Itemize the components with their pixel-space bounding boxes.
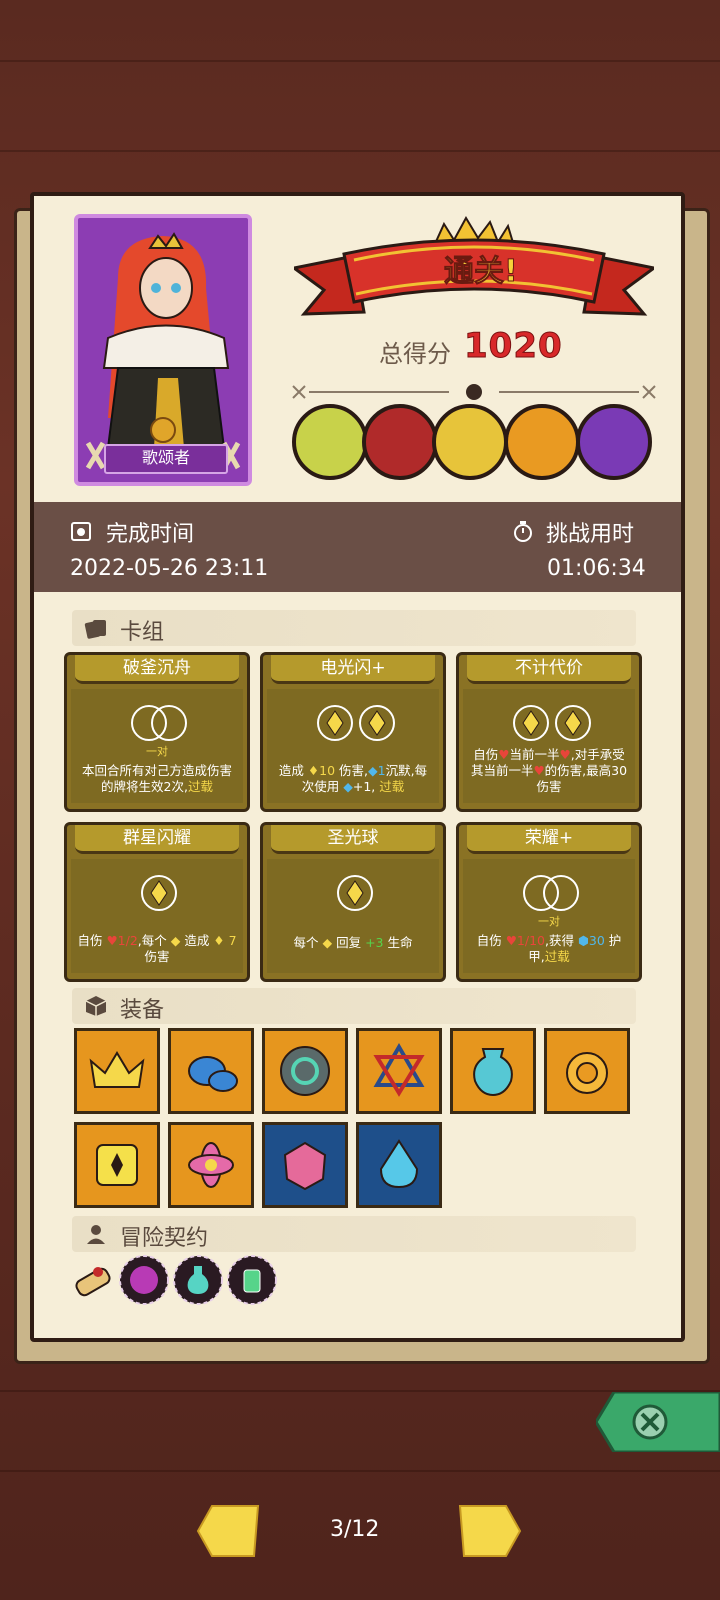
skull-divider [292, 384, 656, 400]
purple-orb-icon[interactable] [118, 1254, 170, 1306]
green-bottle-icon[interactable] [226, 1254, 278, 1306]
card-description: 每个 ◆ 回复 +3 生命 [293, 935, 413, 950]
complete-time-value: 2022-05-26 23:11 [70, 556, 269, 581]
deck-section-title: 卡组 [120, 620, 165, 645]
scroll-icon[interactable] [68, 1256, 118, 1306]
card-description: 本回合所有对己方造成伤害的牌将生效2次,过载 [81, 763, 232, 794]
pumpkin-sun-boss-icon [504, 404, 580, 480]
stopwatch-icon [514, 521, 532, 542]
card-sub-label: 一对 [146, 745, 168, 758]
card-buji-daijia[interactable]: 不计代价 自伤♥当前一半♥,对手承受其当前一半♥的伤害,最高30伤害 [456, 652, 642, 812]
prev-page-button[interactable] [196, 1502, 262, 1560]
vase-icon [473, 1048, 513, 1097]
card-body: 造成 ♦10 伤害,◆1沉默,每次使用 ◆+1, 过载 [267, 689, 439, 803]
hero-card[interactable]: 歌颂者 [74, 214, 252, 486]
blue-crystal-icon [379, 1139, 419, 1189]
teal-potion-icon[interactable] [172, 1254, 224, 1306]
wood-grain [0, 150, 720, 152]
shadow-horned-boss-icon [576, 404, 652, 480]
equip-slot[interactable] [74, 1028, 160, 1114]
card-title: 群星闪耀 [75, 825, 239, 854]
card-dianguang-shan[interactable]: 电光闪+ 造成 ♦10 伤害,◆1沉默,每次使用 ◆+1, 过载 [260, 652, 446, 812]
card-pofu-chenzhou[interactable]: 破釜沉舟 一对 本回合所有对己方造成伤害的牌将生效2次,过载 [64, 652, 250, 812]
equip-slot[interactable] [168, 1028, 254, 1114]
contract-section-header: 冒险契约 [72, 1216, 636, 1252]
card-body: 每个 ◆ 回复 +3 生命 [267, 859, 439, 973]
total-score-value: 1020 [464, 326, 563, 367]
equipment-section-title: 装备 [120, 998, 165, 1023]
card-title: 破釜沉舟 [75, 655, 239, 684]
rune-stone-icon [280, 1046, 330, 1096]
yellow-dice-icon [96, 1144, 138, 1186]
complete-time-label: 完成时间 [106, 522, 195, 547]
card-title: 荣耀+ [467, 825, 631, 854]
card-body: 一对 自伤 ♥1/10,获得 ⬢30 护甲,过载 [463, 859, 635, 973]
card-description: 自伤 ♥1/10,获得 ⬢30 护甲,过载 [476, 933, 622, 964]
lion-ring-icon [566, 1052, 608, 1094]
hero-portrait-icon [85, 232, 241, 470]
card-body: 自伤 ♥1/2,每个 ◆ 造成 ♦ 7 伤害 [71, 859, 243, 973]
challenge-time-value: 01:06:34 [547, 556, 646, 581]
card-title: 圣光球 [271, 825, 435, 854]
card-shengguang-qiu[interactable]: 圣光球 每个 ◆ 回复 +3 生命 [260, 822, 446, 982]
contract-section-title: 冒险契约 [120, 1226, 209, 1251]
bone-dragon-boss-icon [292, 404, 368, 480]
close-button[interactable] [596, 1392, 720, 1452]
pair-icon [131, 705, 187, 741]
equip-slot[interactable] [262, 1122, 348, 1208]
dice-slot-icon [317, 705, 395, 741]
lotus-icon [188, 1142, 234, 1188]
equipment-section-header: 装备 [72, 988, 636, 1024]
equip-slot[interactable] [544, 1028, 630, 1114]
dice-slot-icon [141, 875, 177, 911]
page-indicator: 3/12 [330, 1517, 380, 1542]
person-icon [87, 1225, 105, 1244]
hero-name-label: 歌颂者 [104, 444, 228, 474]
dice-slot-icon [513, 705, 591, 741]
victory-title: 通关! [444, 254, 519, 290]
next-page-button[interactable] [456, 1502, 522, 1560]
card-sub-label: 一对 [538, 915, 560, 928]
card-qunxing-shanyao[interactable]: 群星闪耀 自伤 ♥1/2,每个 ◆ 造成 ♦ 7 伤害 [64, 822, 250, 982]
equip-slot[interactable] [262, 1028, 348, 1114]
dice-slot-icon [337, 875, 373, 911]
card-description: 自伤♥当前一半♥,对手承受其当前一半♥的伤害,最高30伤害 [470, 747, 628, 794]
calendar-icon [71, 522, 91, 541]
pink-gem-icon [283, 1141, 327, 1191]
card-body: 自伤♥当前一半♥,对手承受其当前一半♥的伤害,最高30伤害 [463, 689, 635, 803]
card-title: 电光闪+ [271, 655, 435, 684]
cards-icon [84, 620, 106, 639]
card-rongyao[interactable]: 荣耀+ 一对 自伤 ♥1/10,获得 ⬢30 护甲,过载 [456, 822, 642, 982]
equip-slot[interactable] [356, 1122, 442, 1208]
card-title: 不计代价 [467, 655, 631, 684]
card-description: 造成 ♦10 伤害,◆1沉默,每次使用 ◆+1, 过载 [278, 763, 428, 794]
equip-slot[interactable] [356, 1028, 442, 1114]
equip-slot[interactable] [168, 1122, 254, 1208]
result-panel: 歌颂者 通关! 总得分 1020 完成时间 2022-05-26 23:11 挑… [30, 192, 685, 1342]
wood-grain [0, 60, 720, 62]
equip-slot[interactable] [74, 1122, 160, 1208]
total-score-label: 总得分 [379, 340, 451, 368]
card-description: 自伤 ♥1/2,每个 ◆ 造成 ♦ 7 伤害 [77, 933, 237, 964]
pair-icon [523, 875, 579, 911]
challenge-time-label: 挑战用时 [546, 522, 635, 547]
hexagram-icon [373, 1043, 425, 1097]
deck-section-header: 卡组 [72, 610, 636, 646]
card-body: 一对 本回合所有对己方造成伤害的牌将生效2次,过载 [71, 689, 243, 803]
boss-list [292, 404, 662, 488]
blue-slime-icon [188, 1056, 238, 1092]
wood-grain [0, 1470, 720, 1472]
crown-icon [89, 1051, 145, 1088]
skull-masked-boss-icon [432, 404, 508, 480]
caged-demon-boss-icon [362, 404, 438, 480]
time-band: 完成时间 2022-05-26 23:11 挑战用时 01:06:34 [34, 502, 681, 592]
equip-slot[interactable] [450, 1028, 536, 1114]
box-icon [85, 996, 107, 1016]
